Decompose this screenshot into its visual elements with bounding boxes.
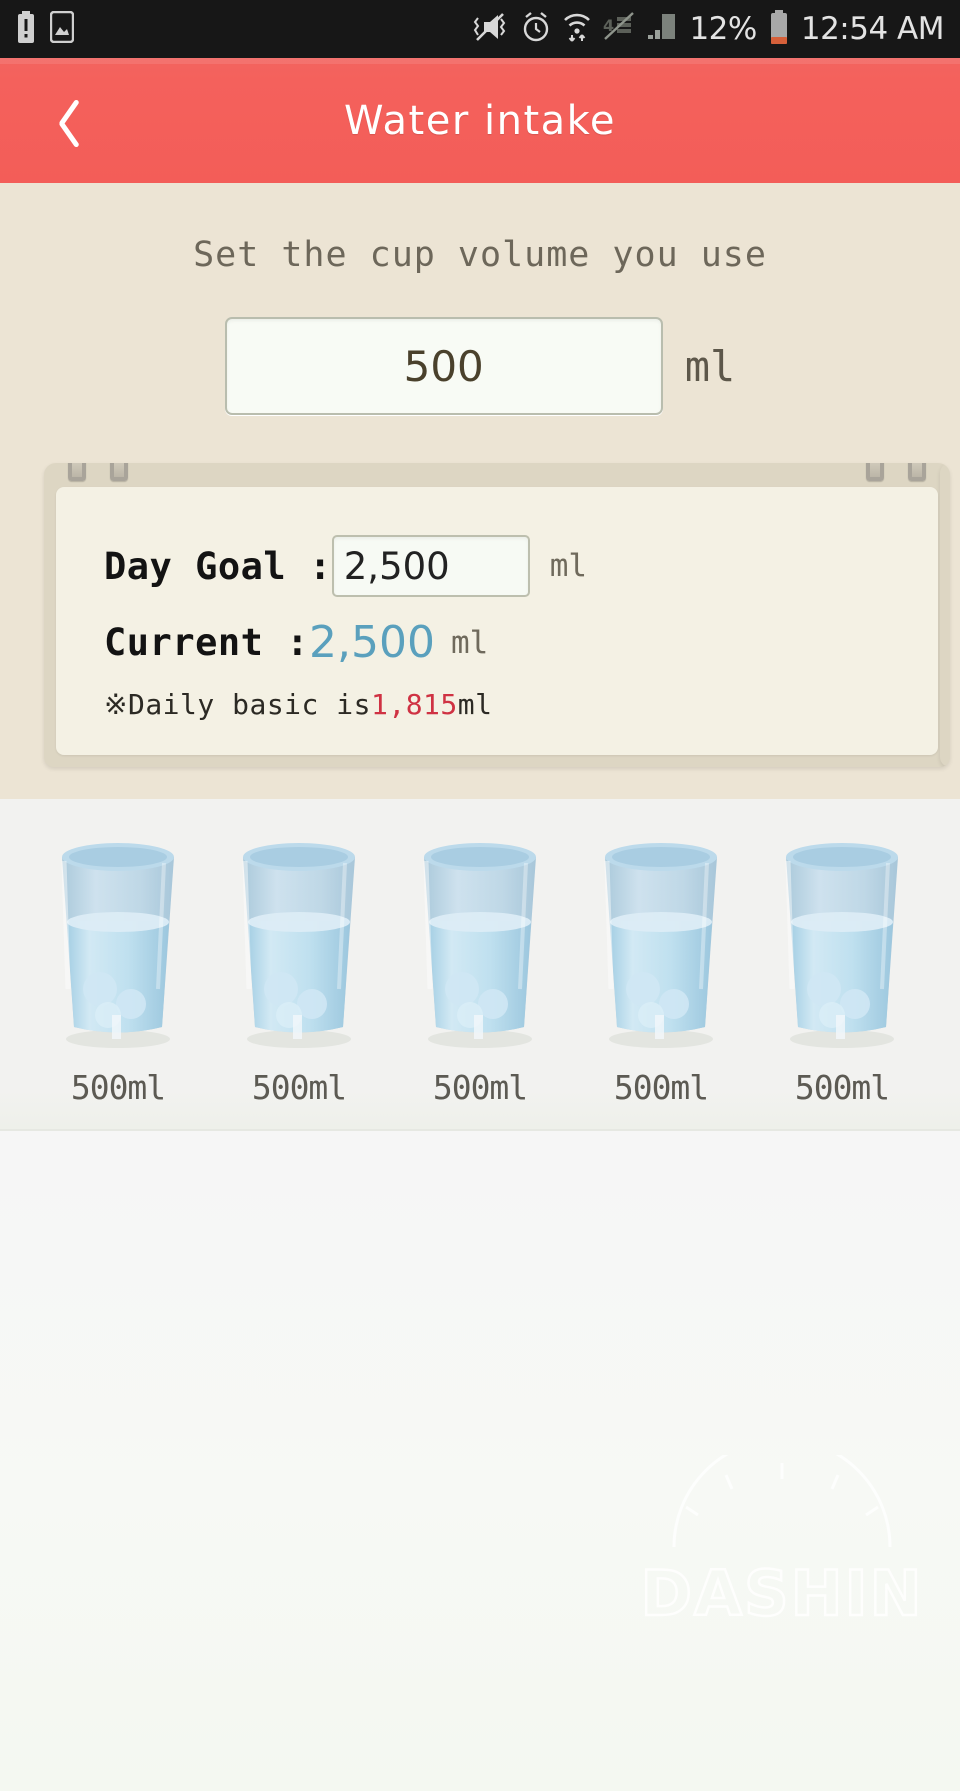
dashin-watermark: DASHIN [639, 1455, 924, 1631]
app-bar: Water intake [0, 58, 960, 183]
glass-label: 500ml [613, 1068, 709, 1107]
daily-basic-note: ※ Daily basic is 1,815 ml [56, 688, 938, 721]
status-bar: 4 12% 12:54 AM [0, 0, 960, 58]
glass-icon [242, 843, 355, 1048]
battery-percent-label: 12% [689, 11, 757, 47]
back-button[interactable] [18, 58, 104, 183]
status-bar-clock: 12:54 AM [800, 11, 945, 47]
water-glass-5[interactable]: 500ml [758, 839, 926, 1107]
screenshot-image-icon [49, 10, 75, 47]
day-goal-unit-label: ml [549, 548, 588, 584]
glass-icon [423, 843, 536, 1048]
current-value: 2,500 [308, 617, 435, 668]
cup-volume-unit-label: ml [684, 341, 736, 391]
wifi-data-icon [562, 11, 592, 47]
water-glass-3[interactable]: 500ml [396, 839, 564, 1107]
battery-alert-icon [16, 11, 36, 47]
glass-label: 500ml [251, 1068, 347, 1107]
spiral-rings-left [68, 463, 128, 481]
goal-notepad-card: Day Goal : 2,500 ml Current : 2,500 ml ※… [44, 463, 950, 767]
content-area: DASHIN [0, 1131, 960, 1791]
dashin-watermark-text: DASHIN [641, 1557, 924, 1630]
day-goal-label: Day Goal : [104, 544, 332, 588]
notepad-side-page [940, 463, 950, 767]
daily-basic-unit: ml [457, 688, 493, 721]
daily-basic-prefix: Daily basic is [127, 688, 371, 721]
note-asterisk-icon: ※ [104, 688, 128, 721]
day-goal-input[interactable]: 2,500 [331, 535, 530, 597]
daily-basic-value: 1,815 [370, 688, 458, 721]
spiral-ring-icon [110, 463, 128, 481]
cup-volume-panel: Set the cup volume you use 500 ml Day Go… [0, 183, 960, 799]
glass-label: 500ml [432, 1068, 528, 1107]
cup-volume-row: 500 ml [0, 317, 960, 415]
mute-vibrate-icon [470, 11, 510, 47]
day-goal-row: Day Goal : 2,500 ml [56, 535, 938, 597]
lte-off-icon: 4 [603, 11, 635, 47]
water-glasses-strip: 500ml 500ml 500ml 500ml 500ml [0, 799, 960, 1131]
water-glass-1[interactable]: 500ml [34, 839, 202, 1107]
water-glass-2[interactable]: 500ml [215, 839, 383, 1107]
glass-icon [604, 843, 717, 1048]
cup-volume-input[interactable]: 500 [224, 317, 663, 415]
status-bar-right-icons: 4 12% 12:54 AM [470, 10, 945, 48]
current-row: Current : 2,500 ml [56, 617, 938, 668]
alarm-clock-icon [521, 11, 551, 47]
current-unit-label: ml [450, 624, 489, 661]
chevron-left-icon [46, 95, 76, 147]
notepad-sheet: Day Goal : 2,500 ml Current : 2,500 ml ※… [56, 487, 938, 755]
cup-volume-heading: Set the cup volume you use [193, 235, 767, 275]
glass-icon [61, 843, 174, 1048]
notepad-wrapper: Day Goal : 2,500 ml Current : 2,500 ml ※… [10, 463, 950, 767]
spiral-ring-icon [908, 463, 926, 481]
battery-icon [768, 10, 790, 48]
current-label: Current : [104, 621, 309, 664]
page-title: Water intake [344, 97, 616, 144]
glass-label: 500ml [70, 1068, 166, 1107]
glass-label: 500ml [794, 1068, 890, 1107]
signal-bars-icon [646, 11, 678, 47]
spiral-ring-icon [866, 463, 884, 481]
glass-icon [785, 843, 898, 1048]
water-glass-4[interactable]: 500ml [577, 839, 745, 1107]
spiral-ring-icon [68, 463, 86, 481]
spiral-rings-right [866, 463, 926, 481]
status-bar-left-icons [16, 10, 75, 47]
